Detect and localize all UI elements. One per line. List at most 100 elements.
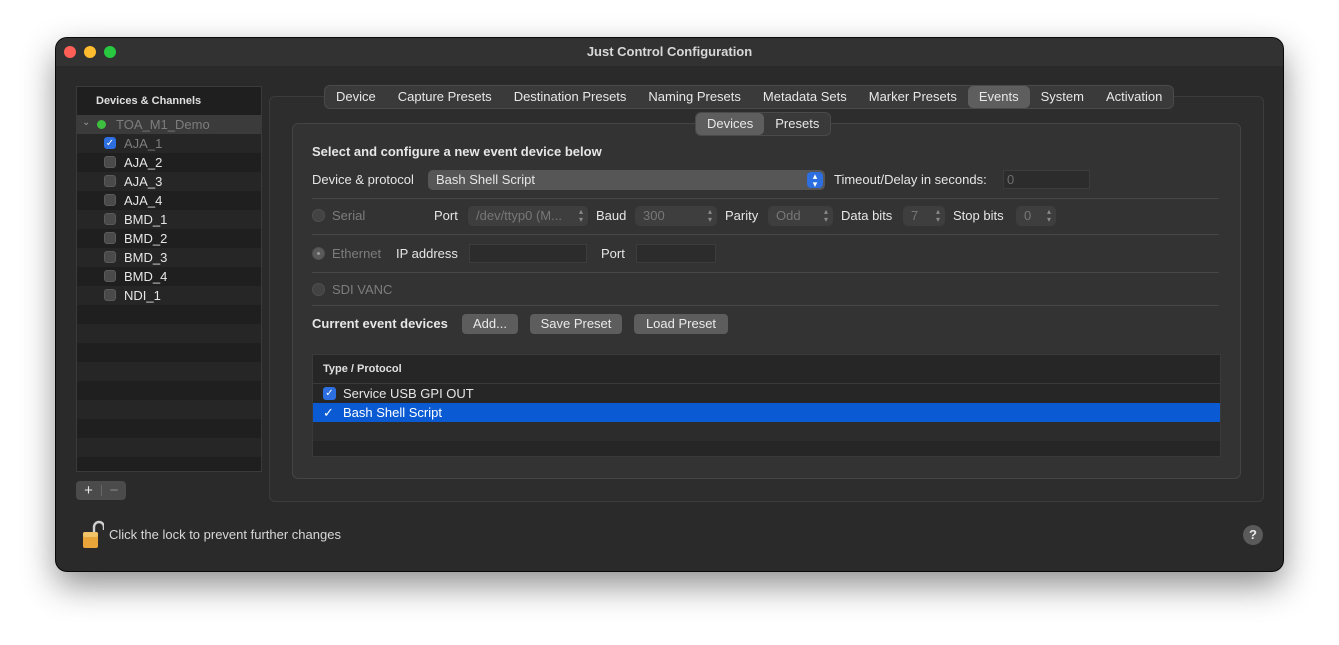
ethernet-label: Ethernet bbox=[332, 246, 382, 261]
device-protocol-select[interactable]: Bash Shell Script ▴ ▾ bbox=[428, 170, 825, 190]
updown-icon: ▴ ▾ bbox=[807, 172, 823, 189]
current-event-devices-label: Current event devices bbox=[312, 316, 448, 331]
aja-4-checkbox[interactable] bbox=[104, 194, 116, 206]
sidebar-item-label: AJA_2 bbox=[124, 155, 163, 170]
sidebar-item-bmd-1[interactable]: BMD_1 bbox=[77, 210, 261, 229]
updown-icon: ▴ ▾ bbox=[578, 207, 583, 224]
tab-device[interactable]: Device bbox=[325, 86, 387, 108]
ip-address-label: IP address bbox=[396, 246, 458, 261]
service-usb-gpi-checkbox[interactable]: ✓ bbox=[323, 387, 336, 400]
table-header-type-protocol[interactable]: Type / Protocol bbox=[323, 355, 402, 383]
baud-value: 300 bbox=[643, 208, 665, 223]
empty-row bbox=[77, 400, 261, 419]
serial-port-select[interactable]: /dev/ttyp0 (M... ▴ ▾ bbox=[468, 206, 588, 226]
sidebar-item-aja-1[interactable]: ✓ AJA_1 bbox=[77, 134, 261, 153]
stop-bits-label: Stop bits bbox=[953, 208, 1004, 223]
updown-icon: ▴ ▾ bbox=[707, 207, 712, 224]
empty-row bbox=[77, 419, 261, 438]
tab-system[interactable]: System bbox=[1030, 86, 1095, 108]
bmd-1-checkbox[interactable] bbox=[104, 213, 116, 225]
bmd-4-checkbox[interactable] bbox=[104, 270, 116, 282]
subtab-presets[interactable]: Presets bbox=[764, 113, 830, 135]
ndi-1-checkbox[interactable] bbox=[104, 289, 116, 301]
app-window: Just Control Configuration Devices & Cha… bbox=[56, 38, 1283, 571]
empty-row bbox=[77, 324, 261, 343]
window-title: Just Control Configuration bbox=[586, 44, 753, 59]
serial-label: Serial bbox=[332, 208, 366, 223]
aja-2-checkbox[interactable] bbox=[104, 156, 116, 168]
lock-open-icon[interactable] bbox=[82, 520, 106, 550]
status-dot bbox=[97, 120, 106, 129]
sidebar-item-ndi-1[interactable]: NDI_1 bbox=[77, 286, 261, 305]
tab-naming-presets[interactable]: Naming Presets bbox=[637, 86, 751, 108]
baud-select[interactable]: 300 ▴ ▾ bbox=[635, 206, 717, 226]
tab-activation[interactable]: Activation bbox=[1095, 86, 1173, 108]
serial-radio[interactable] bbox=[312, 209, 325, 222]
add-event-device-button[interactable]: Add... bbox=[462, 314, 518, 334]
tab-events[interactable]: Events bbox=[967, 86, 1030, 108]
radio-dot bbox=[317, 252, 320, 255]
timeout-label: Timeout/Delay in seconds: bbox=[834, 172, 987, 187]
timeout-field[interactable]: 0 bbox=[1003, 170, 1090, 189]
load-preset-button[interactable]: Load Preset bbox=[634, 314, 728, 334]
sidebar-root-label: TOA_M1_Demo bbox=[116, 117, 210, 132]
sidebar-item-aja-4[interactable]: AJA_4 bbox=[77, 191, 261, 210]
empty-row bbox=[313, 422, 1220, 441]
parity-value: Odd bbox=[776, 208, 801, 223]
device-protocol-value: Bash Shell Script bbox=[436, 172, 535, 187]
ip-address-field[interactable] bbox=[469, 244, 587, 263]
aja-1-checkbox[interactable]: ✓ bbox=[104, 137, 116, 149]
aja-3-checkbox[interactable] bbox=[104, 175, 116, 187]
device-protocol-label: Device & protocol bbox=[312, 172, 414, 187]
sidebar-item-label: NDI_1 bbox=[124, 288, 161, 303]
baud-label: Baud bbox=[596, 208, 627, 223]
sidebar-item-label: AJA_4 bbox=[124, 193, 163, 208]
sidebar-item-root[interactable]: ⌄ TOA_M1_Demo bbox=[77, 115, 261, 134]
event-devices-table: Type / Protocol ✓ Service USB GPI OUT ✓ … bbox=[312, 354, 1221, 457]
lock-hint-text: Click the lock to prevent further change… bbox=[109, 527, 341, 542]
divider bbox=[312, 272, 1219, 273]
sidebar-item-label: AJA_1 bbox=[124, 136, 163, 151]
sdi-vanc-radio[interactable] bbox=[312, 283, 325, 296]
updown-icon: ▴ ▾ bbox=[1046, 207, 1051, 224]
sidebar-item-aja-3[interactable]: AJA_3 bbox=[77, 172, 261, 191]
stop-bits-select[interactable]: 0 ▴ ▾ bbox=[1016, 206, 1056, 226]
parity-select[interactable]: Odd ▴ ▾ bbox=[768, 206, 833, 226]
bmd-3-checkbox[interactable] bbox=[104, 251, 116, 263]
sidebar-item-label: BMD_3 bbox=[124, 250, 168, 265]
sidebar-item-bmd-3[interactable]: BMD_3 bbox=[77, 248, 261, 267]
save-preset-button[interactable]: Save Preset bbox=[530, 314, 622, 334]
tab-marker-presets[interactable]: Marker Presets bbox=[858, 86, 968, 108]
sidebar-item-bmd-2[interactable]: BMD_2 bbox=[77, 229, 261, 248]
tab-destination-presets[interactable]: Destination Presets bbox=[503, 86, 638, 108]
chevron-down-icon[interactable]: ⌄ bbox=[82, 117, 90, 128]
table-row[interactable]: ✓ Service USB GPI OUT bbox=[313, 384, 1220, 403]
updown-icon: ▴ ▾ bbox=[823, 207, 828, 224]
remove-device-button[interactable]: − bbox=[102, 481, 126, 500]
help-icon[interactable]: ? bbox=[1243, 525, 1263, 545]
tab-capture-presets[interactable]: Capture Presets bbox=[387, 86, 503, 108]
sidebar-item-label: AJA_3 bbox=[124, 174, 163, 189]
sidebar-item-label: BMD_2 bbox=[124, 231, 168, 246]
sdi-vanc-label: SDI VANC bbox=[332, 282, 393, 297]
data-bits-select[interactable]: 7 ▴ ▾ bbox=[903, 206, 945, 226]
bmd-2-checkbox[interactable] bbox=[104, 232, 116, 244]
updown-icon: ▴ ▾ bbox=[935, 207, 940, 224]
tab-metadata-sets[interactable]: Metadata Sets bbox=[752, 86, 858, 108]
table-row-selected[interactable]: ✓ Bash Shell Script bbox=[313, 403, 1220, 422]
subtab-devices[interactable]: Devices bbox=[696, 113, 765, 135]
sidebar-item-aja-2[interactable]: AJA_2 bbox=[77, 153, 261, 172]
checkmark-icon[interactable]: ✓ bbox=[323, 403, 334, 422]
divider bbox=[312, 234, 1219, 235]
data-bits-value: 7 bbox=[911, 208, 919, 223]
empty-row bbox=[77, 381, 261, 400]
ethernet-radio[interactable] bbox=[312, 247, 325, 260]
empty-row bbox=[77, 343, 261, 362]
divider bbox=[312, 305, 1219, 306]
add-device-button[interactable]: + bbox=[76, 481, 101, 500]
sidebar-item-bmd-4[interactable]: BMD_4 bbox=[77, 267, 261, 286]
parity-label: Parity bbox=[725, 208, 759, 223]
ethernet-port-field[interactable] bbox=[636, 244, 716, 263]
table-row-label: Bash Shell Script bbox=[343, 405, 442, 420]
data-bits-label: Data bits bbox=[841, 208, 893, 223]
